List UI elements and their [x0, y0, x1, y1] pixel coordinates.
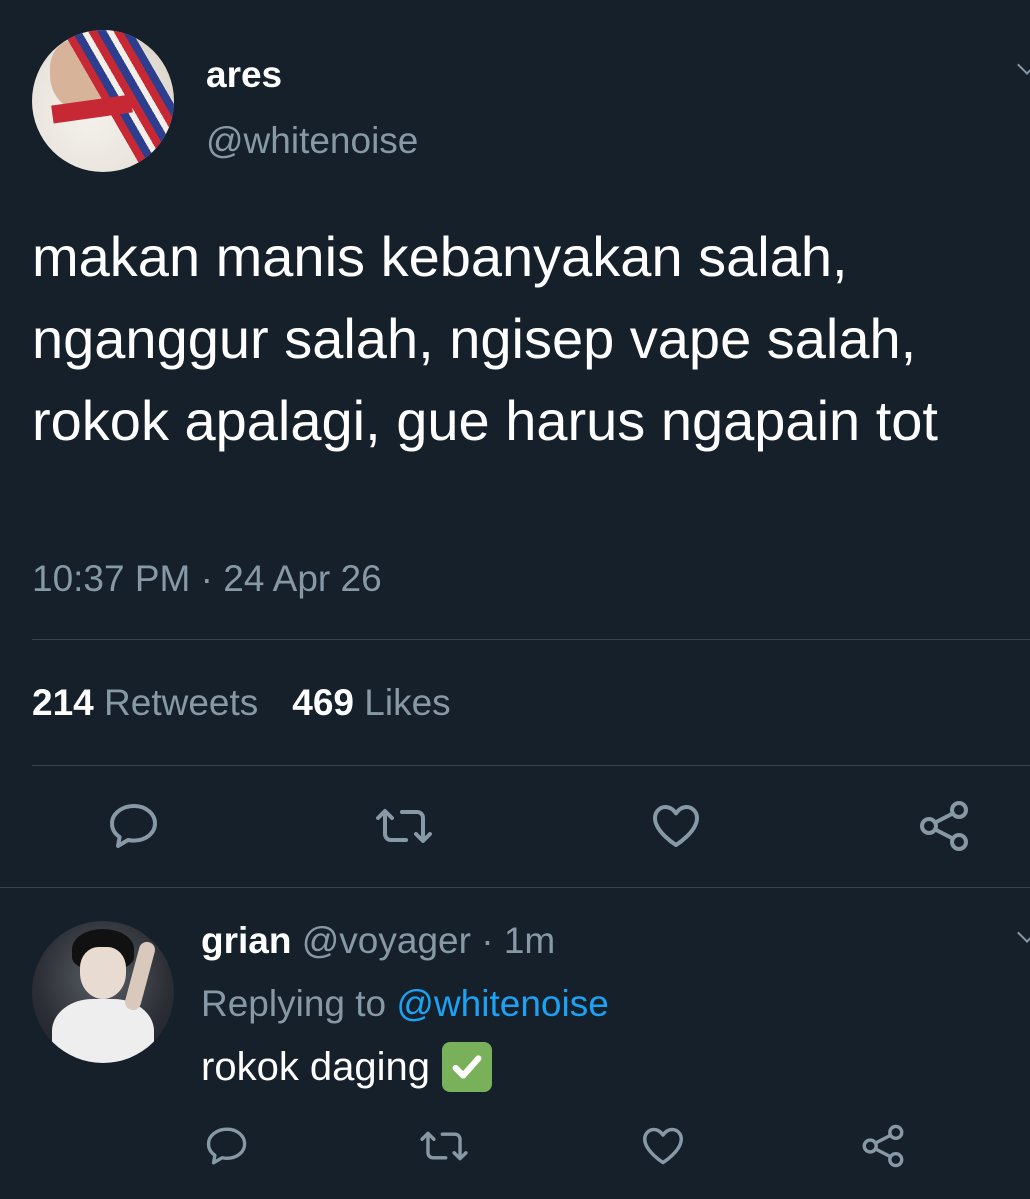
like-stat[interactable]: 469 Likes: [292, 682, 450, 723]
heart-icon: [643, 1127, 683, 1165]
reply-author-avatar[interactable]: [32, 921, 174, 1063]
reply-icon: [206, 1127, 247, 1165]
share-button[interactable]: [914, 798, 974, 854]
retweet-icon: [420, 1131, 468, 1161]
reply-header: grian @voyager · 1m: [201, 920, 555, 962]
share-icon: [862, 1124, 904, 1168]
tweet-text: makan manis kebanyakan salah, nganggur s…: [32, 225, 938, 452]
like-button[interactable]: [646, 800, 706, 852]
reply-button[interactable]: [200, 1122, 254, 1170]
author-name[interactable]: ares: [206, 54, 282, 96]
chevron-down-icon[interactable]: [1017, 55, 1030, 75]
author-avatar[interactable]: [32, 30, 174, 172]
tweet-timestamp[interactable]: 10:37 PM · 24 Apr 26: [32, 558, 382, 600]
retweet-label: Retweets: [104, 682, 259, 723]
author-handle[interactable]: @whitenoise: [206, 120, 418, 162]
retweet-button[interactable]: [371, 800, 437, 852]
reply-text: rokok daging: [201, 1042, 493, 1092]
reply-author-handle[interactable]: @voyager: [302, 920, 471, 961]
share-button[interactable]: [856, 1120, 910, 1172]
heart-icon: [653, 805, 699, 847]
divider: [32, 765, 1030, 766]
divider: [0, 887, 1030, 888]
retweet-count: 214: [32, 682, 94, 723]
main-tweet: ares @whitenoise makan manis kebanyakan …: [0, 0, 1030, 888]
divider: [32, 639, 1030, 640]
like-label: Likes: [364, 682, 451, 723]
reply-button[interactable]: [104, 800, 164, 852]
retweet-button[interactable]: [414, 1124, 474, 1168]
reply-text-content: rokok daging: [201, 1044, 431, 1089]
share-icon: [920, 801, 968, 851]
replying-label: Replying to: [201, 983, 387, 1024]
tweet-stats: 214 Retweets 469 Likes: [32, 682, 451, 724]
replying-mention-link[interactable]: @whitenoise: [396, 983, 608, 1024]
replying-to: Replying to @whitenoise: [201, 983, 609, 1025]
reply-time: · 1m: [481, 920, 556, 961]
like-button[interactable]: [636, 1122, 690, 1170]
check-mark-emoji: [442, 1042, 493, 1092]
like-count: 469: [292, 682, 354, 723]
reply-icon: [110, 804, 157, 848]
retweet-icon: [376, 809, 432, 843]
retweet-stat[interactable]: 214 Retweets: [32, 682, 258, 723]
reply-author-name[interactable]: grian: [201, 920, 291, 961]
chevron-down-icon[interactable]: [1017, 923, 1030, 943]
